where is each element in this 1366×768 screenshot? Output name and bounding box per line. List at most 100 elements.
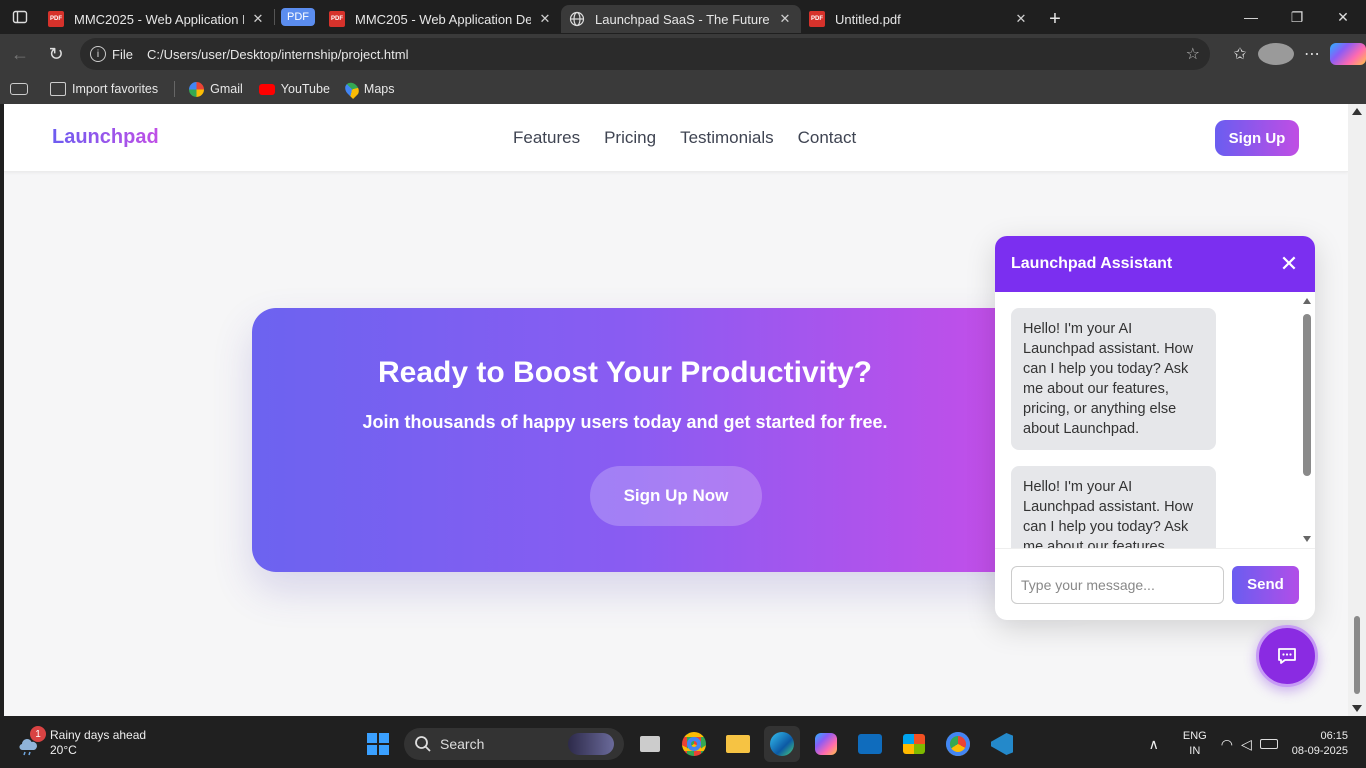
- outlook-button[interactable]: [852, 726, 888, 762]
- scroll-down-arrow-icon[interactable]: [1303, 536, 1311, 542]
- site-nav: Features Pricing Testimonials Contact: [513, 128, 856, 148]
- task-view-icon: [640, 736, 660, 752]
- file-explorer-button[interactable]: [720, 726, 756, 762]
- nav-link-pricing[interactable]: Pricing: [604, 128, 656, 148]
- taskbar: 1 Rainy days ahead 20°C Search ∧ ENG IN: [0, 720, 1366, 768]
- maps-pin-icon: [342, 79, 362, 99]
- minimize-icon[interactable]: —: [1228, 0, 1274, 34]
- close-tab-icon[interactable]: ✕: [777, 11, 793, 27]
- fav-gmail[interactable]: Gmail: [189, 81, 243, 97]
- favorite-star-icon[interactable]: ☆: [1186, 44, 1200, 64]
- favorites-separator: [174, 81, 176, 97]
- fav-maps[interactable]: Maps: [342, 79, 395, 99]
- url-text: C:/Users/user/Desktop/internship/project…: [146, 46, 409, 62]
- vscode-button[interactable]: [984, 726, 1020, 762]
- tab-actions-button[interactable]: [0, 0, 40, 34]
- page-scroll-thumb[interactable]: [1354, 616, 1360, 694]
- chat-message-input[interactable]: [1011, 565, 1224, 604]
- browser-toolbar: ✩ ⋯: [1222, 34, 1366, 74]
- chat-messages[interactable]: Hello! I'm your AI Launchpad assistant. …: [995, 292, 1315, 548]
- pdf-icon: PDF: [809, 11, 825, 27]
- copilot-button[interactable]: [1330, 43, 1366, 65]
- info-icon[interactable]: i: [90, 46, 106, 62]
- store-icon: [903, 734, 925, 754]
- system-tray: ∧ ENG IN ◠ ◁ 06:15 08-09-2025: [1149, 720, 1366, 768]
- pdf-icon: PDF: [48, 11, 64, 27]
- weather-temp: 20°C: [50, 743, 77, 757]
- close-window-icon[interactable]: ✕: [1320, 0, 1366, 34]
- close-tab-icon[interactable]: ✕: [250, 11, 266, 27]
- chat-toggle-button[interactable]: [1256, 625, 1318, 687]
- close-tab-icon[interactable]: ✕: [537, 11, 553, 27]
- import-icon: [50, 82, 66, 96]
- start-button[interactable]: [360, 726, 396, 762]
- chrome-button[interactable]: [676, 726, 712, 762]
- weather-badge: 1: [30, 726, 46, 742]
- site-logo[interactable]: Launchpad: [52, 126, 159, 149]
- plus-icon: +: [1049, 7, 1061, 30]
- rain-cloud-icon: 1: [16, 726, 46, 756]
- edge-icon: [770, 732, 794, 756]
- page-scrollbar[interactable]: [1348, 104, 1366, 716]
- copilot-taskbar-button[interactable]: [808, 726, 844, 762]
- clock[interactable]: 06:15 08-09-2025: [1292, 729, 1348, 759]
- scroll-up-arrow-icon[interactable]: [1303, 298, 1311, 304]
- search-highlight-icon: [568, 733, 614, 755]
- edge-button[interactable]: [764, 726, 800, 762]
- tab-untitled-pdf[interactable]: PDF Untitled.pdf ✕: [801, 5, 1037, 33]
- copilot-icon: [815, 733, 837, 755]
- chat-title: Launchpad Assistant: [1011, 255, 1173, 272]
- nav-link-features[interactable]: Features: [513, 128, 580, 148]
- profile-button[interactable]: [1258, 43, 1294, 65]
- header-signup-button[interactable]: Sign Up: [1215, 120, 1299, 156]
- chat-input-area: Send: [995, 548, 1315, 620]
- tab-mmc205[interactable]: PDF MMC205 - Web Application Deve ✕: [321, 5, 561, 33]
- nav-link-contact[interactable]: Contact: [798, 128, 857, 148]
- fav-youtube[interactable]: YouTube: [258, 82, 330, 96]
- volume-icon[interactable]: ◁: [1241, 736, 1252, 753]
- google-icon: [189, 81, 205, 97]
- store-button[interactable]: [896, 726, 932, 762]
- youtube-icon: [258, 83, 275, 95]
- tab-mmc2025[interactable]: PDF MMC2025 - Web Application Dev ✕: [40, 5, 274, 33]
- cta-signup-now-button[interactable]: Sign Up Now: [590, 466, 762, 526]
- chevron-up-icon[interactable]: ∧: [1149, 736, 1159, 753]
- reload-icon: ↻: [48, 43, 64, 64]
- new-tab-button[interactable]: +: [1037, 5, 1073, 33]
- tab-launchpad[interactable]: Launchpad SaaS - The Future of P ✕: [561, 5, 801, 33]
- battery-icon[interactable]: [1259, 739, 1278, 749]
- reload-button[interactable]: ↻: [38, 36, 74, 72]
- close-chat-icon[interactable]: ✕: [1279, 251, 1299, 277]
- taskbar-search[interactable]: Search: [404, 728, 624, 760]
- back-arrow-icon: ←: [11, 43, 29, 64]
- weather-widget[interactable]: 1 Rainy days ahead 20°C: [16, 726, 146, 758]
- chat-send-button[interactable]: Send: [1232, 565, 1299, 604]
- scroll-down-arrow-icon[interactable]: [1352, 705, 1362, 712]
- tab-separator: [274, 9, 275, 25]
- close-tab-icon[interactable]: ✕: [1013, 11, 1029, 27]
- cta-subtitle: Join thousands of happy users today and …: [362, 412, 888, 432]
- favorites-icon[interactable]: ✩: [1222, 44, 1258, 64]
- globe-icon: [569, 11, 585, 27]
- chat-scrollbar[interactable]: [1303, 298, 1311, 542]
- nav-link-testimonials[interactable]: Testimonials: [680, 128, 774, 148]
- favorites-bar: Import favorites Gmail YouTube Maps: [0, 74, 1366, 104]
- scroll-up-arrow-icon[interactable]: [1352, 108, 1362, 115]
- avatar: [1258, 43, 1294, 65]
- task-view-button[interactable]: [632, 726, 668, 762]
- back-button[interactable]: ←: [2, 36, 38, 72]
- pdf-tab-group-badge[interactable]: PDF: [281, 8, 315, 26]
- more-options-icon[interactable]: ⋯: [1294, 44, 1330, 64]
- sidebar-toggle-icon[interactable]: [10, 83, 28, 95]
- address-bar: ← ↻ i File C:/Users/user/Desktop/interns…: [0, 34, 1366, 74]
- chat-scroll-thumb[interactable]: [1303, 314, 1311, 476]
- url-bar[interactable]: i File C:/Users/user/Desktop/internship/…: [80, 38, 1210, 70]
- fav-import-favorites[interactable]: Import favorites: [50, 82, 158, 96]
- tab-strip: PDF MMC2025 - Web Application Dev ✕ PDF …: [0, 0, 1366, 34]
- copilot-icon: [1330, 43, 1366, 65]
- wifi-icon[interactable]: ◠: [1221, 736, 1233, 753]
- restore-icon[interactable]: ❐: [1274, 0, 1320, 34]
- search-icon: [415, 736, 431, 752]
- language-indicator[interactable]: ENG IN: [1183, 729, 1207, 759]
- chrome-profile-button[interactable]: [940, 726, 976, 762]
